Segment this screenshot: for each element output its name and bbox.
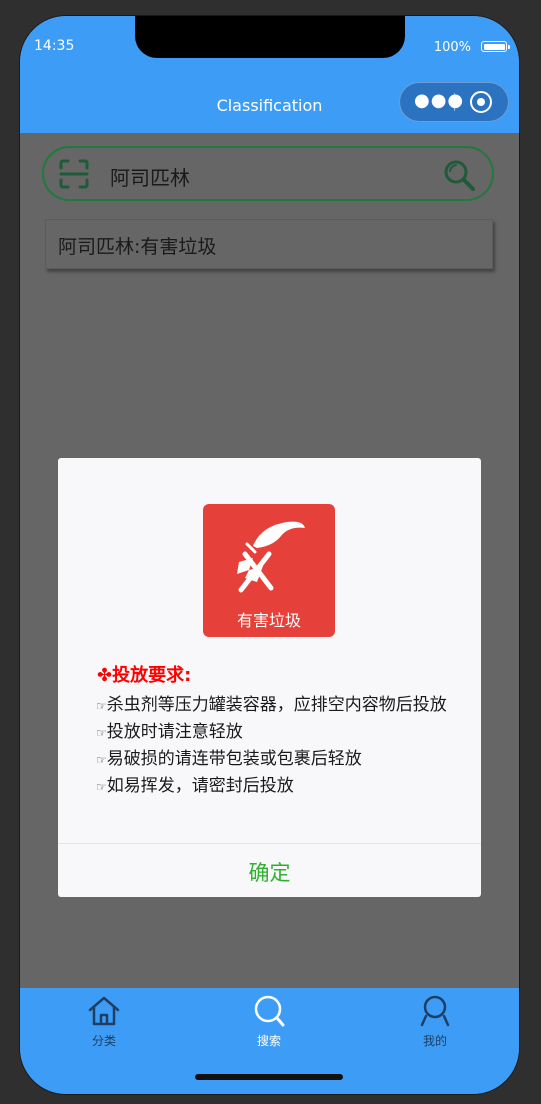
home-icon [88, 996, 120, 1026]
navigation-bar: Classification ●●● [20, 78, 519, 133]
search-bar[interactable]: 阿司匹林 [42, 146, 494, 201]
requirement-item: ☞投放时请注意轻放 [96, 722, 243, 742]
mini-program-capsule: ●●● [399, 82, 509, 122]
status-time: 14:35 [34, 38, 75, 54]
tab-classify[interactable]: 分类 [64, 994, 144, 1049]
notch [135, 16, 405, 58]
requirement-item: ☞如易挥发，请密封后投放 [96, 776, 294, 796]
badge-label: 有害垃圾 [236, 611, 301, 630]
battery-icon [481, 41, 510, 52]
main-content: 阿司匹林 阿司匹林:有害垃圾 有害垃圾 ✤投放要求: ☞杀虫剂等压力罐装容器，应… [20, 133, 519, 988]
tab-label: 搜索 [256, 1034, 281, 1048]
result-text: 阿司匹林:有害垃圾 [58, 236, 217, 258]
requirements-list: ☞杀虫剂等压力罐装容器，应排空内容物后投放 ☞投放时请注意轻放 ☞易破损的请连带… [96, 692, 456, 800]
requirements-title: ✤投放要求: [97, 665, 192, 686]
status-bar: 14:35 100% [20, 16, 519, 78]
tab-mine[interactable]: 我的 [395, 994, 475, 1049]
modal-divider [58, 843, 481, 844]
search-icon [254, 995, 285, 1027]
confirm-button[interactable]: 确定 [58, 857, 481, 887]
scan-icon[interactable] [58, 158, 90, 190]
user-icon [420, 995, 450, 1027]
phone-frame: 14:35 100% Classification ●●● 阿司匹林 阿司匹林:… [20, 16, 519, 1094]
pointing-hand-icon: ☞ [96, 753, 107, 767]
capsule-divider [454, 93, 455, 111]
hazardous-waste-badge: 有害垃圾 [203, 504, 335, 637]
pointing-hand-icon: ☞ [96, 699, 107, 713]
search-input[interactable]: 阿司匹林 [110, 162, 190, 191]
search-icon[interactable] [442, 158, 476, 192]
tab-label: 我的 [422, 1034, 447, 1048]
tab-search[interactable]: 搜索 [229, 994, 309, 1049]
result-card[interactable]: 阿司匹林:有害垃圾 [45, 219, 493, 269]
battery-percent: 100% [433, 40, 471, 55]
pointing-hand-icon: ☞ [96, 780, 107, 794]
hazardous-waste-icon [237, 521, 305, 593]
close-target-icon[interactable] [470, 91, 492, 113]
requirement-item: ☞易破损的请连带包装或包裹后轻放 [96, 749, 362, 769]
classification-modal: 有害垃圾 ✤投放要求: ☞杀虫剂等压力罐装容器，应排空内容物后投放 ☞投放时请注… [58, 458, 481, 897]
requirement-item: ☞杀虫剂等压力罐装容器，应排空内容物后投放 [96, 695, 447, 715]
tab-label: 分类 [91, 1034, 116, 1048]
home-indicator [195, 1074, 343, 1080]
pointing-hand-icon: ☞ [96, 726, 107, 740]
more-icon[interactable]: ●●● [414, 92, 464, 110]
